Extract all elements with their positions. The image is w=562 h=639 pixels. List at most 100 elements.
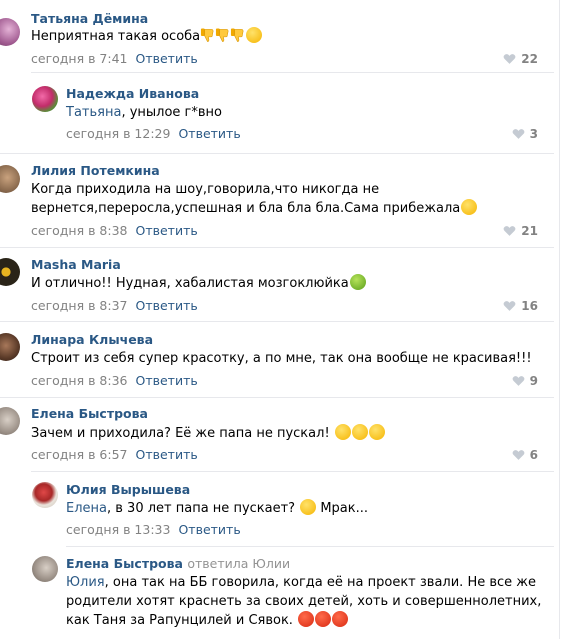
heart-icon — [503, 54, 516, 64]
comment-meta: сегодня в 7:41 Ответить — [31, 51, 198, 66]
nauseated-face-emoji — [349, 274, 366, 290]
like-button[interactable]: 3 — [512, 127, 538, 141]
like-count: 6 — [529, 448, 538, 462]
like-count: 16 — [521, 299, 538, 313]
comment-time[interactable]: сегодня в 7:41 — [31, 51, 128, 66]
comment-divider — [0, 397, 554, 398]
comment-text-body: Зачем и приходила? Её же папа не пускал! — [31, 426, 334, 441]
like-count: 9 — [529, 374, 538, 388]
avatar[interactable] — [0, 333, 20, 361]
grimacing-face-emoji — [300, 499, 317, 515]
comment-divider — [0, 153, 554, 154]
reply-button[interactable]: Ответить — [136, 298, 198, 313]
comment-text-body: , в 30 лет папа не пускает? — [107, 501, 300, 516]
comment-author[interactable]: Надежда Иванова — [66, 86, 199, 101]
comment-divider — [66, 546, 554, 547]
heart-icon — [512, 450, 525, 460]
avatar[interactable] — [32, 86, 58, 112]
comment-meta: сегодня в 8:38 Ответить — [31, 223, 198, 238]
avatar[interactable] — [0, 407, 20, 435]
relieved-face-emoji — [368, 424, 385, 440]
relieved-face-emoji — [334, 424, 351, 440]
reply-button[interactable]: Ответить — [136, 51, 198, 66]
comment-text-body: , унылое г*вно — [121, 105, 222, 120]
comment-text: И отлично!! Нудная, хабалистая мозгоклюй… — [31, 274, 366, 293]
comment-text-body: Строит из себя супер красотку, а по мне,… — [31, 351, 532, 366]
reply-to-name[interactable]: Юлия — [66, 575, 105, 590]
like-button[interactable]: 16 — [503, 299, 538, 313]
angry-face-emoji — [298, 611, 315, 627]
like-count: 3 — [529, 127, 538, 141]
comment-text-tail: Мрак... — [316, 501, 369, 516]
comment-meta: сегодня в 6:57 Ответить — [31, 447, 198, 462]
comment-author[interactable]: Линара Клычева — [31, 332, 153, 347]
comment-author[interactable]: Masha Maria — [31, 257, 121, 272]
relieved-face-emoji — [351, 424, 368, 440]
angry-face-emoji — [315, 611, 332, 627]
avatar[interactable] — [0, 165, 20, 193]
comment-text: Когда приходила на шоу,говорила,что нико… — [31, 180, 478, 218]
comment-text: Зачем и приходила? Её же папа не пускал! — [31, 424, 385, 443]
reply-button[interactable]: Ответить — [136, 373, 198, 388]
comment-text-line: родители хотят краснеть за своих детей, … — [66, 594, 542, 609]
comment-author[interactable]: Елена Быстрова — [31, 406, 148, 421]
avatar[interactable] — [0, 258, 20, 286]
comment-text: Неприятная такая особа — [31, 27, 263, 46]
reply-button[interactable]: Ответить — [178, 522, 240, 537]
tears-of-joy-emoji — [461, 199, 478, 215]
comment-meta: сегодня в 12:29 Ответить — [66, 126, 241, 141]
heart-icon — [503, 301, 516, 311]
feed-right-border — [559, 0, 560, 639]
like-count: 21 — [521, 224, 538, 238]
like-button[interactable]: 6 — [512, 448, 538, 462]
comment-author[interactable]: Татьяна Дёмина — [31, 11, 148, 26]
reply-button[interactable]: Ответить — [136, 447, 198, 462]
comment-time[interactable]: сегодня в 13:33 — [66, 522, 170, 537]
comment-text: Юлия, она так на ББ говорила, когда её н… — [66, 573, 541, 630]
comment-meta: сегодня в 8:37 Ответить — [31, 298, 198, 313]
comment-text: Елена, в 30 лет папа не пускает? Мрак... — [66, 499, 368, 518]
comment-meta: сегодня в 8:36 Ответить — [31, 373, 198, 388]
comment-time[interactable]: сегодня в 8:37 — [31, 298, 128, 313]
comment-time[interactable]: сегодня в 8:38 — [31, 223, 128, 238]
reply-to-name[interactable]: Татьяна — [66, 105, 121, 120]
comment-author[interactable]: Юлия Вырышева — [66, 482, 190, 497]
reply-button[interactable]: Ответить — [178, 126, 240, 141]
heart-icon — [512, 129, 525, 139]
comment-meta: сегодня в 13:33 Ответить — [66, 522, 241, 537]
comment-text: Татьяна, унылое г*вно — [66, 103, 222, 122]
reply-to-name[interactable]: Елена — [66, 501, 107, 516]
comment-time[interactable]: сегодня в 6:57 — [31, 447, 128, 462]
like-button[interactable]: 22 — [503, 52, 538, 66]
reply-target-label: ответила Юлии — [187, 556, 291, 571]
comment-author-name[interactable]: Елена Быстрова — [66, 556, 183, 571]
comment-divider — [31, 471, 554, 472]
thumbs-down-emoji — [215, 27, 230, 43]
comment-divider — [0, 247, 554, 248]
comment-text-line: Когда приходила на шоу,говорила,что нико… — [31, 182, 380, 197]
reply-button[interactable]: Ответить — [136, 223, 198, 238]
comment-text-line: как Таня за Рапунцилей и Сявок. — [66, 613, 298, 628]
relieved-face-emoji — [246, 27, 263, 43]
comment-text: Строит из себя супер красотку, а по мне,… — [31, 349, 532, 368]
comment-text-body: Неприятная такая особа — [31, 29, 201, 44]
like-button[interactable]: 9 — [512, 374, 538, 388]
comment-author[interactable]: Лилия Потемкина — [31, 163, 160, 178]
thumbs-down-emoji — [230, 27, 245, 43]
heart-icon — [512, 376, 525, 386]
comment-time[interactable]: сегодня в 8:36 — [31, 373, 128, 388]
comment-author: Елена Быстрова ответила Юлии — [66, 556, 290, 571]
avatar[interactable] — [32, 556, 58, 582]
comment-text-body: И отлично!! Нудная, хабалистая мозгоклюй… — [31, 276, 349, 291]
comment-divider — [0, 321, 554, 322]
comment-divider — [31, 72, 554, 73]
comment-text-line: вернется,переросла,успешная и бла бла бл… — [31, 201, 461, 216]
avatar[interactable] — [32, 482, 58, 508]
like-button[interactable]: 21 — [503, 224, 538, 238]
like-count: 22 — [521, 52, 538, 66]
thumbs-down-emoji — [200, 27, 215, 43]
comment-time[interactable]: сегодня в 12:29 — [66, 126, 170, 141]
heart-icon — [503, 226, 516, 236]
avatar[interactable] — [0, 18, 20, 46]
angry-face-emoji — [332, 611, 349, 627]
